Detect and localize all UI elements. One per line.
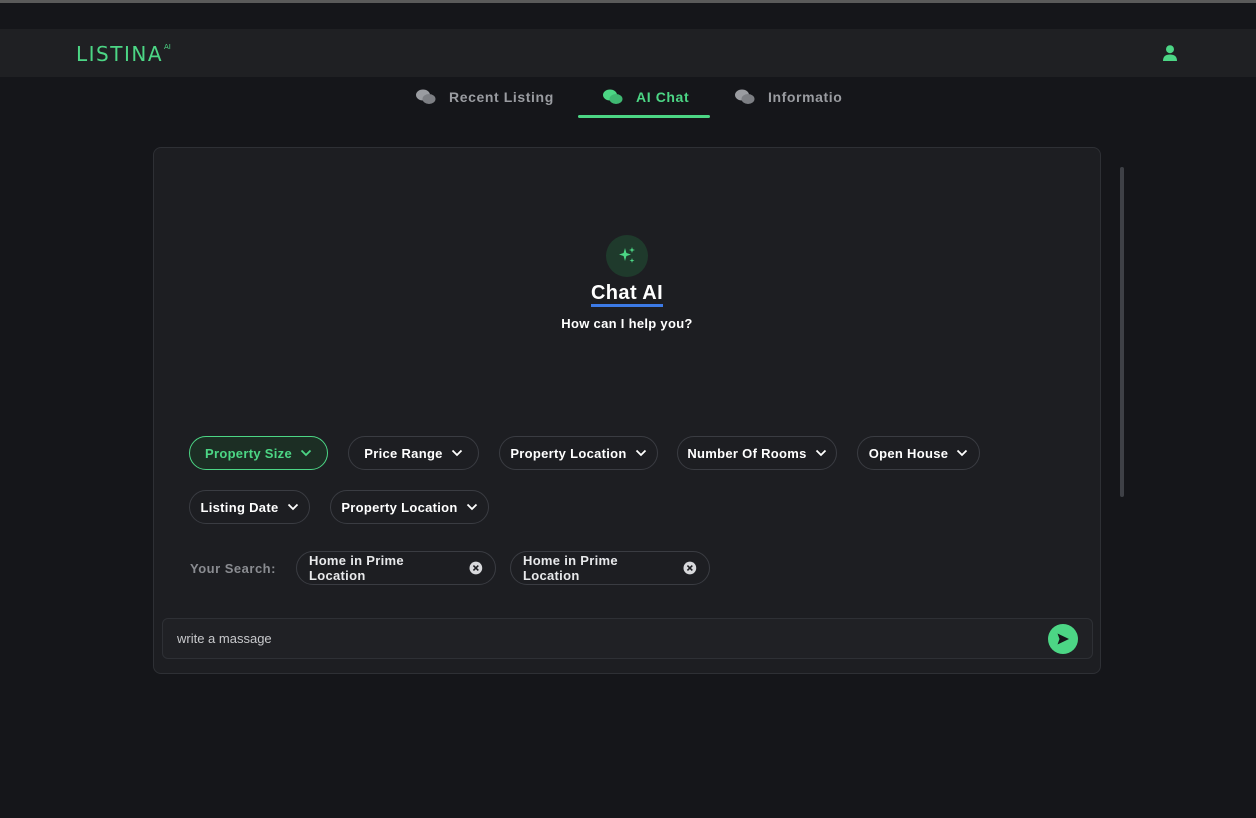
chat-bubbles-icon: [416, 89, 436, 104]
filter-label: Listing Date: [200, 499, 279, 515]
search-tag-label: Home in Prime Location: [309, 553, 404, 583]
filter-price-range[interactable]: Price Range: [348, 436, 479, 470]
filter-label: Property Size: [205, 445, 292, 461]
send-button[interactable]: [1048, 624, 1078, 654]
your-search-label: Your Search:: [190, 561, 276, 576]
chat-panel: Chat AI How can I help you? Property Siz…: [153, 147, 1101, 674]
chat-ai-badge: [606, 235, 648, 277]
send-icon: [1057, 633, 1069, 645]
chevron-down-icon: [300, 449, 312, 457]
filter-property-location[interactable]: Property Location: [499, 436, 658, 470]
filter-label: Property Location: [510, 445, 627, 461]
filter-label: Property Location: [341, 499, 458, 515]
filter-listing-date[interactable]: Listing Date: [189, 490, 310, 524]
page-scrollbar[interactable]: [1120, 167, 1124, 497]
message-composer: [162, 618, 1093, 659]
chat-bubbles-icon: [603, 89, 623, 104]
main-tabs: Recent Listing AI Chat Informatio: [0, 77, 1256, 119]
tab-recent-listing[interactable]: Recent Listing: [415, 77, 554, 117]
tab-label: Recent Listing: [449, 89, 554, 105]
remove-tag-icon[interactable]: [683, 561, 697, 575]
app-logo[interactable]: LISTINAAI: [76, 42, 171, 66]
filter-label: Open House: [868, 445, 949, 461]
app-header: LISTINAAI: [0, 29, 1256, 77]
filter-property-size[interactable]: Property Size: [189, 436, 328, 470]
tab-information[interactable]: Informatio: [734, 77, 842, 117]
chevron-down-icon: [287, 503, 298, 511]
tab-ai-chat[interactable]: AI Chat: [602, 77, 689, 117]
search-tag: Home in Prime Location: [510, 551, 710, 585]
chat-title: Chat AI: [154, 282, 1100, 307]
chevron-down-icon: [451, 449, 462, 457]
chat-bubbles-icon: [735, 89, 755, 104]
remove-tag-icon[interactable]: [469, 561, 483, 575]
active-tab-indicator: [578, 115, 710, 118]
filter-number-of-rooms[interactable]: Number Of Rooms: [677, 436, 837, 470]
search-tag: Home in Prime Location: [296, 551, 496, 585]
filter-open-house[interactable]: Open House: [857, 436, 980, 470]
user-icon[interactable]: [1161, 44, 1179, 62]
message-input[interactable]: [177, 619, 1037, 658]
sparkles-icon: [619, 247, 635, 263]
chevron-down-icon: [815, 449, 826, 457]
filter-label: Price Range: [364, 445, 443, 461]
tab-label: Informatio: [768, 89, 843, 105]
filter-property-location-2[interactable]: Property Location: [330, 490, 489, 524]
window-top-strip: [0, 0, 1256, 3]
chevron-down-icon: [957, 449, 968, 457]
search-tag-label: Home in Prime Location: [523, 553, 618, 583]
chat-subtitle: How can I help you?: [561, 316, 693, 331]
tab-label: AI Chat: [636, 89, 690, 105]
filter-label: Number Of Rooms: [687, 445, 807, 461]
chevron-down-icon: [466, 503, 477, 511]
chevron-down-icon: [635, 449, 646, 457]
